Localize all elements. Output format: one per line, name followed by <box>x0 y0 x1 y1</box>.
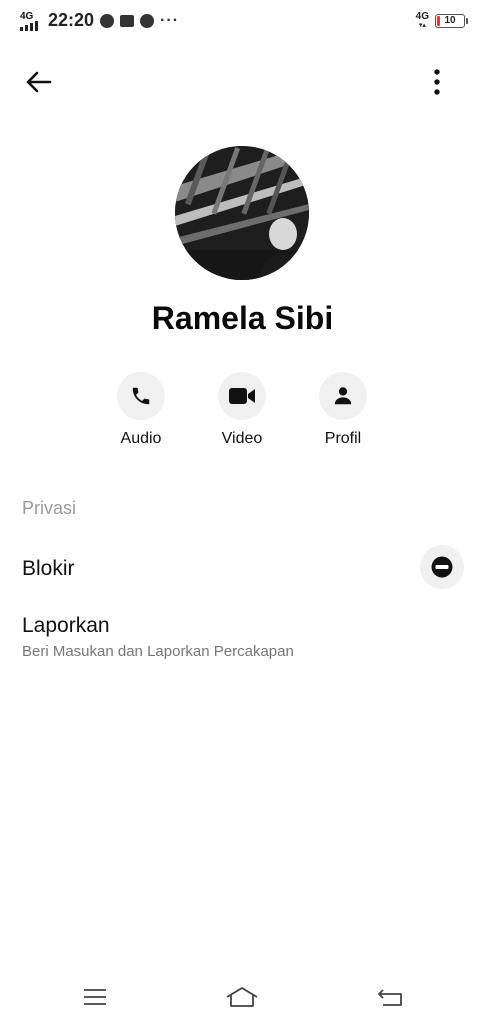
nav-back-button[interactable] <box>370 982 410 1012</box>
notification-icon <box>100 13 115 28</box>
block-label: Blokir <box>22 557 75 580</box>
battery-level: 10 <box>444 15 456 26</box>
nav-home-button[interactable] <box>222 982 262 1012</box>
profile-button-circle[interactable] <box>319 372 367 420</box>
return-icon <box>378 989 402 1006</box>
clock: 22:20 <box>48 10 95 30</box>
audio-call-button[interactable]: Audio <box>101 372 181 448</box>
battery-icon: 10 <box>435 14 468 28</box>
report-sublabel: Beri Masukan dan Laporkan Percakapan <box>22 643 294 660</box>
signal-icon: 4G <box>20 11 42 31</box>
status-left: 4G 22:20 ··· <box>20 10 179 31</box>
privacy-section-title: Privasi <box>22 498 77 518</box>
avatar[interactable] <box>175 146 309 280</box>
mail-icon <box>120 14 135 27</box>
network-type-right: 4G <box>415 11 429 22</box>
video-camera-icon <box>229 388 255 404</box>
arrow-left-icon <box>26 71 52 93</box>
block-button[interactable] <box>420 545 464 589</box>
profile-label: Profil <box>324 430 362 447</box>
audio-button-circle[interactable] <box>117 372 165 420</box>
profile-button[interactable]: Profil <box>303 372 383 448</box>
report-row[interactable]: Laporkan Beri Masukan dan Laporkan Perca… <box>0 608 485 668</box>
block-row[interactable]: Blokir <box>0 540 485 598</box>
home-icon <box>226 987 258 1007</box>
video-label: Video <box>221 430 263 447</box>
report-label: Laporkan <box>22 614 110 637</box>
kebab-menu-icon <box>434 69 440 95</box>
nav-menu-button[interactable] <box>75 982 115 1012</box>
status-bar: 4G 22:20 ··· 4G ▾▴ 10 <box>0 0 485 44</box>
network-4g-icon: 4G ▾▴ <box>415 11 429 30</box>
video-call-button[interactable]: Video <box>202 372 282 448</box>
person-icon <box>334 387 352 405</box>
audio-label: Audio <box>120 430 162 447</box>
more-options-button[interactable] <box>427 66 447 98</box>
messenger-icon <box>140 13 155 28</box>
avatar-photo <box>175 146 309 280</box>
status-right: 4G ▾▴ 10 <box>415 11 468 30</box>
contact-name: Ramela Sibi <box>151 300 334 336</box>
block-icon <box>431 556 453 578</box>
hamburger-icon <box>84 989 106 1005</box>
system-nav-bar <box>0 968 485 1024</box>
phone-icon <box>132 387 150 405</box>
video-button-circle[interactable] <box>218 372 266 420</box>
more-notifications-icon: ··· <box>160 11 180 29</box>
back-button[interactable] <box>22 66 54 98</box>
